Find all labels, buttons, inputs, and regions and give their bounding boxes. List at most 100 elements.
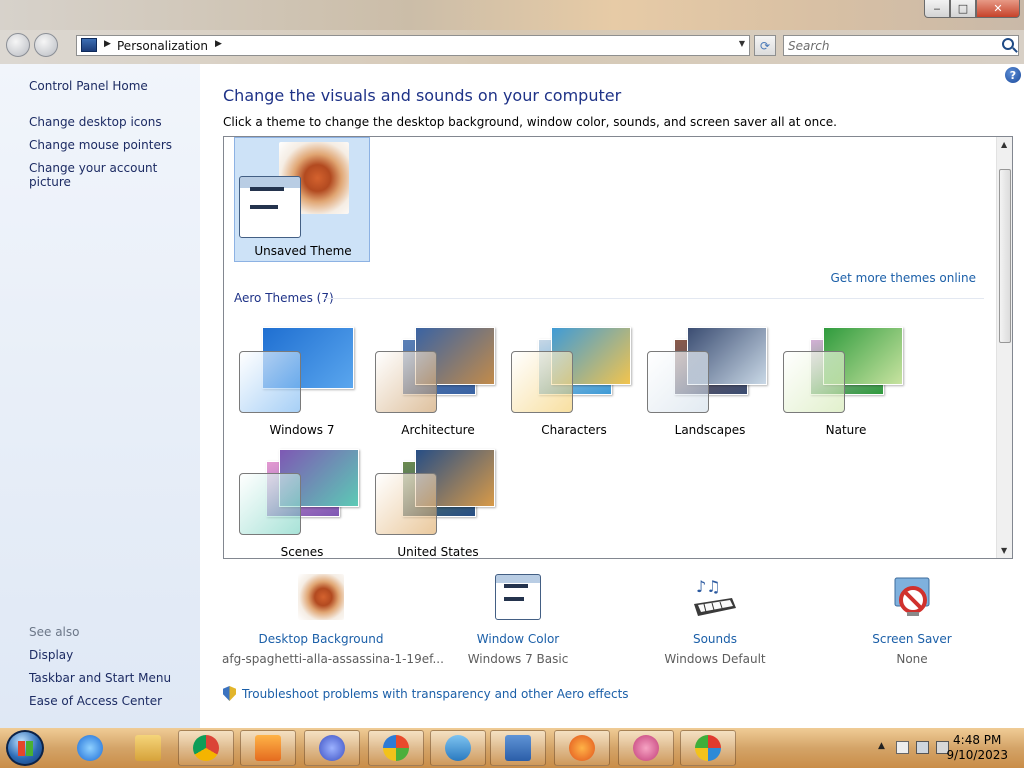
taskbar-windows-live-button[interactable] — [368, 730, 424, 766]
vertical-scrollbar[interactable]: ▲ ▼ — [996, 137, 1012, 558]
theme-components: Desktop Background afg-spaghetti-alla-as… — [200, 574, 1024, 684]
get-more-themes-link[interactable]: Get more themes online — [830, 271, 976, 285]
main-content: ? Change the visuals and sounds on your … — [200, 64, 1024, 728]
minimize-button[interactable]: ‒ — [924, 0, 950, 18]
theme-characters[interactable]: Characters — [506, 319, 642, 439]
theme-unsaved[interactable]: Unsaved Theme — [234, 137, 370, 262]
theme-windows-7[interactable]: Windows 7 — [234, 319, 370, 439]
windows-live-icon — [383, 735, 409, 761]
window-color-link[interactable]: Window Color — [419, 632, 617, 646]
sounds-icon: ♪♫ — [692, 574, 738, 620]
taskbar-control-panel-button[interactable] — [490, 730, 546, 766]
theme-label: Characters — [541, 423, 607, 437]
sounds-value: Windows Default — [664, 652, 766, 666]
taskbar-media-player-button[interactable] — [240, 730, 296, 766]
window-preview-icon — [239, 176, 301, 238]
internet-explorer-icon — [77, 735, 103, 761]
theme-label: United States — [397, 545, 479, 559]
firefox-icon — [569, 735, 595, 761]
window-glass-preview — [239, 473, 301, 535]
snipping-tool-icon — [633, 735, 659, 761]
taskbar-chrome-button[interactable] — [178, 730, 234, 766]
uac-shield-icon — [223, 686, 236, 701]
search-input[interactable]: Search — [783, 35, 1019, 56]
search-icon[interactable] — [1002, 38, 1014, 50]
search-placeholder: Search — [788, 39, 830, 53]
control-panel-icon — [505, 735, 531, 761]
window-glass-preview — [511, 351, 573, 413]
chevron-right-icon[interactable]: ▶ — [215, 39, 222, 49]
scrollbar-thumb[interactable] — [999, 169, 1011, 343]
troubleshoot-link-text[interactable]: Troubleshoot problems with transparency … — [242, 687, 629, 701]
paper-plane-app-icon — [445, 735, 471, 761]
scroll-down-icon[interactable]: ▼ — [1001, 546, 1007, 555]
scroll-up-icon[interactable]: ▲ — [1001, 140, 1007, 149]
clock[interactable]: 4:48 PM 9/10/2023 — [946, 733, 1008, 763]
taskbar-internet-explorer-button[interactable] — [62, 730, 118, 766]
sidebar-link-account-picture[interactable]: Change your account picture — [29, 161, 200, 189]
theme-label: Landscapes — [674, 423, 746, 437]
refresh-button[interactable]: ⟳ — [754, 35, 776, 56]
aero-themes-heading: Aero Themes (7) — [234, 291, 334, 305]
theme-architecture[interactable]: Architecture — [370, 319, 506, 439]
theme-scenes[interactable]: Scenes — [234, 441, 370, 559]
sidebar-link-display[interactable]: Display — [29, 648, 73, 662]
chevron-down-icon[interactable]: ▼ — [739, 39, 745, 48]
close-button[interactable]: ✕ — [976, 0, 1020, 18]
sidebar-link-ease-of-access[interactable]: Ease of Access Center — [29, 694, 162, 708]
taskbar-windows-explorer-button[interactable] — [120, 730, 176, 766]
network-icon[interactable] — [916, 741, 929, 754]
back-button[interactable] — [6, 33, 30, 57]
desktop-background-item[interactable]: Desktop Background afg-spaghetti-alla-as… — [222, 574, 444, 666]
taskbar-firefox-button[interactable] — [554, 730, 610, 766]
screen-saver-value: None — [896, 652, 928, 666]
screen-saver-item[interactable]: Screen Saver None — [813, 574, 1011, 666]
page-description: Click a theme to change the desktop back… — [223, 115, 837, 129]
chrome-icon — [193, 735, 219, 761]
chevron-right-icon[interactable]: ▶ — [104, 39, 111, 49]
breadcrumb[interactable]: Personalization — [117, 39, 208, 53]
media-player-icon — [255, 735, 281, 761]
window-controls: ‒ □ ✕ — [924, 0, 1020, 18]
help-icon[interactable]: ? — [1005, 67, 1021, 83]
screen-saver-link[interactable]: Screen Saver — [813, 632, 1011, 646]
window-glass-preview — [375, 351, 437, 413]
theme-label: Unsaved Theme — [254, 244, 352, 258]
window-color-item[interactable]: Window Color Windows 7 Basic — [419, 574, 617, 666]
page-title: Change the visuals and sounds on your co… — [223, 86, 622, 105]
infinity-app-icon — [319, 735, 345, 761]
troubleshoot-link[interactable]: Troubleshoot problems with transparency … — [223, 686, 629, 701]
chevron-up-icon[interactable]: ▲ — [878, 741, 885, 751]
clock-time: 4:48 PM — [953, 733, 1002, 747]
sounds-item[interactable]: ♪♫ Sounds Windows Default — [616, 574, 814, 666]
theme-landscapes[interactable]: Landscapes — [642, 319, 778, 439]
sidebar-link-control-panel-home[interactable]: Control Panel Home — [29, 79, 148, 93]
theme-nature[interactable]: Nature — [778, 319, 914, 439]
theme-united-states[interactable]: United States — [370, 441, 506, 559]
forward-button[interactable] — [34, 33, 58, 57]
taskbar-paint-button[interactable] — [680, 730, 736, 766]
theme-label: Architecture — [401, 423, 475, 437]
taskbar-snipping-tool-button[interactable] — [618, 730, 674, 766]
taskbar-paper-plane-app-button[interactable] — [430, 730, 486, 766]
system-tray: ▲ 4:48 PM 9/10/2023 — [844, 728, 1024, 768]
window-glass-preview — [647, 351, 709, 413]
svg-text:♪♫: ♪♫ — [696, 577, 721, 596]
window-color-icon — [495, 574, 541, 620]
action-center-icon[interactable] — [896, 741, 909, 754]
theme-label: Scenes — [280, 545, 324, 559]
sidebar-link-mouse-pointers[interactable]: Change mouse pointers — [29, 138, 172, 152]
sounds-link[interactable]: Sounds — [616, 632, 814, 646]
desktop-background-link[interactable]: Desktop Background — [222, 632, 420, 646]
taskbar: ▲ 4:48 PM 9/10/2023 — [0, 728, 1024, 768]
maximize-button[interactable]: □ — [950, 0, 976, 18]
sidebar-link-taskbar[interactable]: Taskbar and Start Menu — [29, 671, 171, 685]
clock-date: 9/10/2023 — [946, 748, 1008, 762]
window-glass-preview — [783, 351, 845, 413]
start-button[interactable] — [6, 730, 44, 766]
sidebar-link-desktop-icons[interactable]: Change desktop icons — [29, 115, 162, 129]
window-glass-preview — [375, 473, 437, 535]
taskbar-infinity-app-button[interactable] — [304, 730, 360, 766]
section-divider — [324, 298, 984, 299]
address-bar[interactable]: ▶ Personalization ▶ ▼ — [76, 35, 750, 56]
